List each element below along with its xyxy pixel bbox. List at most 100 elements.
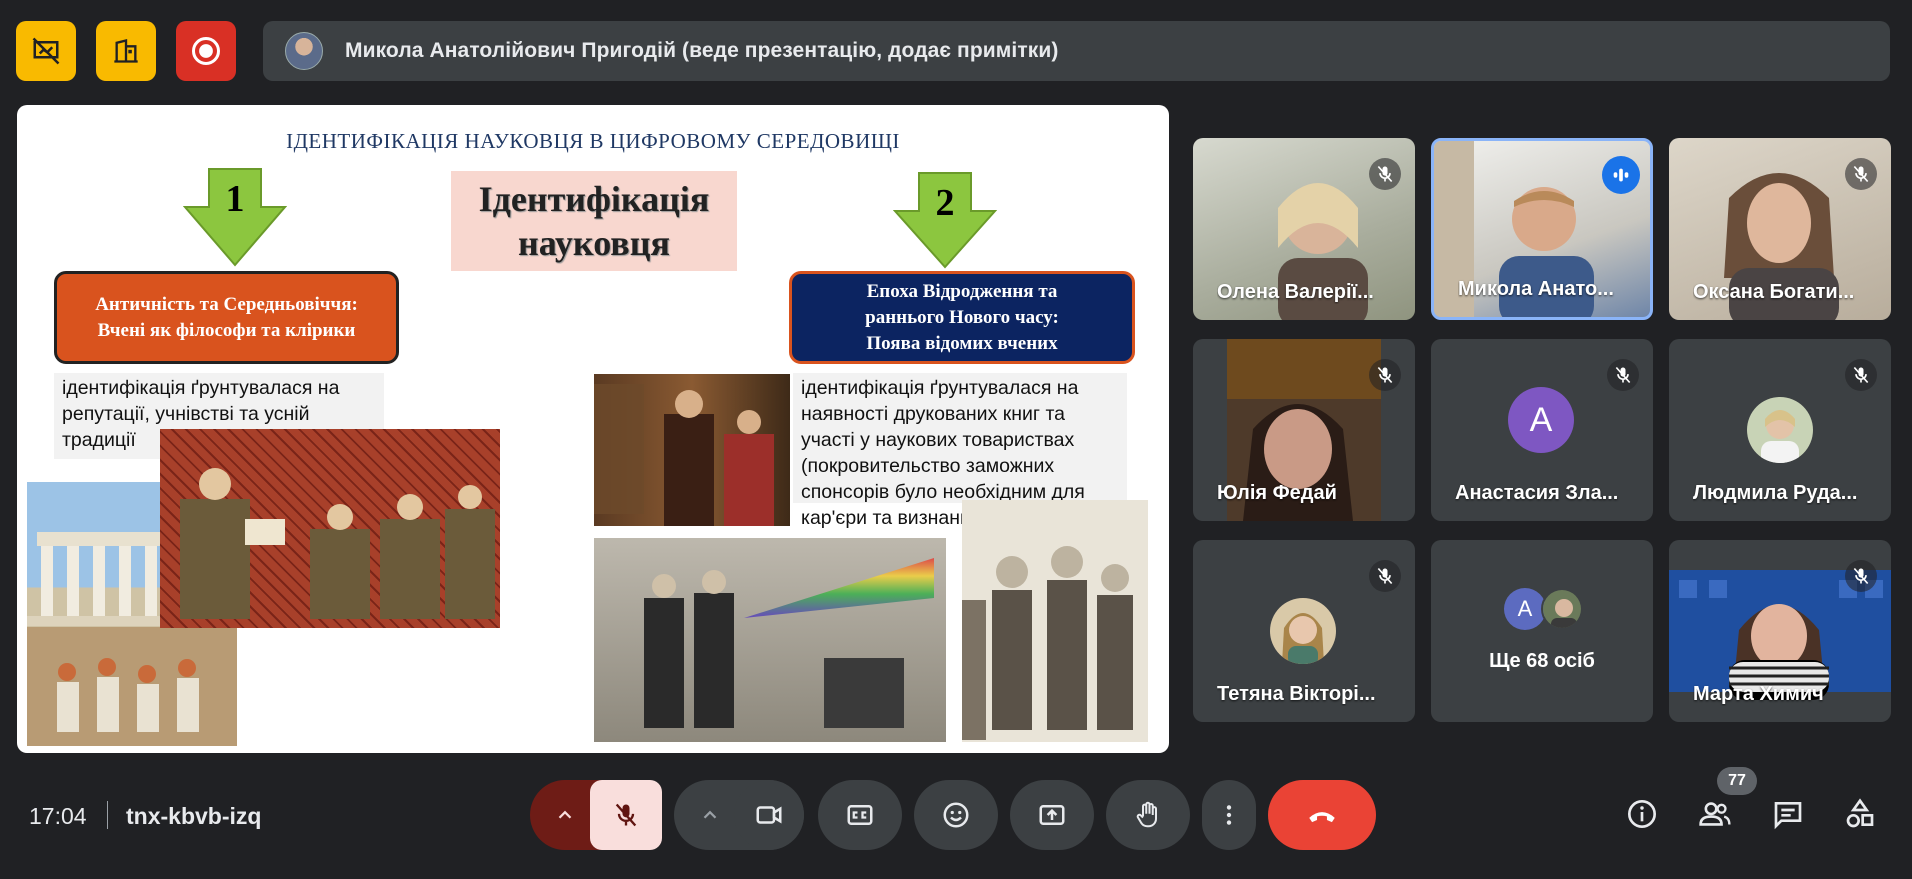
presentation-slide: ІДЕНТИФІКАЦІЯ НАУКОВЦЯ В ЦИФРОВОМУ СЕРЕД… bbox=[17, 105, 1169, 753]
participants-count-badge: 77 bbox=[1717, 767, 1757, 795]
participant-name: Тетяна Вікторі... bbox=[1217, 683, 1376, 705]
building-icon bbox=[114, 39, 138, 63]
activities-button[interactable] bbox=[1838, 792, 1882, 836]
info-icon bbox=[1628, 800, 1656, 828]
scholars-engraving-image bbox=[962, 500, 1148, 742]
more-options-button[interactable] bbox=[1202, 780, 1256, 850]
antiquity-line1: Античність та Середньовіччя: bbox=[95, 293, 358, 315]
mic-toggle-button[interactable] bbox=[590, 780, 662, 850]
participant-tile[interactable]: Тетяна Вікторі... bbox=[1193, 540, 1415, 722]
presentation-off-button[interactable] bbox=[16, 21, 76, 81]
arrow-1-number: 1 bbox=[225, 178, 245, 220]
camera-toggle-button[interactable] bbox=[734, 780, 804, 850]
activities-icon bbox=[1846, 798, 1874, 828]
raise-hand-button[interactable] bbox=[1106, 780, 1190, 850]
more-participants-label: Ще 68 осіб bbox=[1489, 650, 1595, 672]
mic-off-icon bbox=[1615, 366, 1631, 384]
leave-call-button[interactable] bbox=[1268, 780, 1376, 850]
participant-avatar bbox=[1747, 397, 1813, 463]
raise-hand-icon bbox=[1136, 801, 1157, 828]
people-icon bbox=[1699, 802, 1731, 826]
record-icon bbox=[192, 37, 220, 65]
medieval-scholars-image bbox=[160, 429, 500, 628]
meeting-details-button[interactable] bbox=[1620, 792, 1664, 836]
participant-name: Марта Химич bbox=[1693, 683, 1824, 705]
mic-off-icon bbox=[1377, 165, 1393, 183]
presenter-label: Микола Анатолійович Пригодій (веде презе… bbox=[345, 39, 1059, 62]
more-avatar-letter: А bbox=[1504, 588, 1546, 630]
arrow-2-number: 2 bbox=[935, 182, 955, 224]
arrow-1: 1 bbox=[182, 167, 288, 267]
reactions-button[interactable] bbox=[914, 780, 998, 850]
emoji-icon bbox=[943, 802, 969, 828]
renaissance-line3: Поява відомих вчених bbox=[866, 332, 1058, 354]
renaissance-box: Епоха Відродження та раннього Нового час… bbox=[789, 271, 1135, 364]
participant-tile[interactable]: Юлія Федай bbox=[1193, 339, 1415, 521]
chevron-up-icon bbox=[558, 810, 572, 819]
people-button[interactable] bbox=[1693, 792, 1737, 836]
presenter-avatar bbox=[285, 32, 323, 70]
participant-name: Юлія Федай bbox=[1217, 482, 1337, 504]
more-participants-tile[interactable]: А Ще 68 осіб bbox=[1431, 540, 1653, 722]
captions-icon bbox=[847, 805, 873, 825]
building-button[interactable] bbox=[96, 21, 156, 81]
participant-tile[interactable]: Микола Анато... bbox=[1431, 138, 1653, 320]
renaissance-description: ідентифікація ґрунтувалася на наявності … bbox=[793, 373, 1127, 529]
arrow-2: 2 bbox=[892, 171, 998, 269]
participant-tile[interactable]: Олена Валерії... bbox=[1193, 138, 1415, 320]
muted-indicator bbox=[1845, 359, 1877, 391]
top-action-buttons bbox=[16, 21, 236, 81]
chat-icon bbox=[1774, 802, 1802, 830]
renaissance-library-image bbox=[594, 374, 790, 526]
newton-prism-image bbox=[594, 538, 946, 742]
muted-indicator bbox=[1369, 158, 1401, 190]
chevron-up-icon bbox=[703, 810, 717, 819]
speaking-indicator bbox=[1602, 156, 1640, 194]
more-vert-icon bbox=[1226, 805, 1232, 825]
mic-off-icon bbox=[615, 803, 637, 827]
present-button[interactable] bbox=[1010, 780, 1094, 850]
captions-button[interactable] bbox=[818, 780, 902, 850]
renaissance-line2: раннього Нового часу: bbox=[865, 306, 1059, 328]
muted-indicator bbox=[1369, 359, 1401, 391]
presenter-banner: Микола Анатолійович Пригодій (веде презе… bbox=[263, 21, 1890, 81]
hangup-icon bbox=[1309, 812, 1335, 823]
antiquity-box: Античність та Середньовіччя: Вчені як фі… bbox=[54, 271, 399, 364]
mic-off-icon bbox=[1377, 567, 1393, 585]
mic-off-icon bbox=[1853, 366, 1869, 384]
audio-level-icon bbox=[1613, 168, 1629, 182]
central-heading-line1: Ідентифікація bbox=[478, 179, 710, 219]
participant-name: Людмила Руда... bbox=[1693, 482, 1858, 504]
mic-off-icon bbox=[1853, 165, 1869, 183]
camera-icon bbox=[756, 806, 782, 824]
meeting-time: 17:04 bbox=[29, 803, 87, 829]
meeting-code: tnx-kbvb-izq bbox=[126, 803, 262, 829]
participant-avatar bbox=[1270, 598, 1336, 664]
recording-button[interactable] bbox=[176, 21, 236, 81]
central-heading: Ідентифікація науковця bbox=[451, 171, 737, 271]
participant-tile[interactable]: Людмила Руда... bbox=[1669, 339, 1891, 521]
participant-tile[interactable]: Оксана Богати... bbox=[1669, 138, 1891, 320]
more-avatar-photo bbox=[1541, 588, 1583, 630]
muted-indicator bbox=[1845, 158, 1877, 190]
participant-avatar: А bbox=[1508, 387, 1574, 453]
mic-off-icon bbox=[1853, 567, 1869, 585]
muted-indicator bbox=[1369, 560, 1401, 592]
renaissance-line1: Епоха Відродження та bbox=[866, 280, 1058, 302]
participant-name: Анастасия Зла... bbox=[1455, 482, 1619, 504]
muted-indicator bbox=[1607, 359, 1639, 391]
presentation-off-icon bbox=[32, 37, 60, 65]
slide-title: ІДЕНТИФІКАЦІЯ НАУКОВЦЯ В ЦИФРОВОМУ СЕРЕД… bbox=[286, 129, 900, 153]
central-heading-line2: науковця bbox=[518, 223, 670, 263]
participant-tile[interactable]: А Анастасия Зла... bbox=[1431, 339, 1653, 521]
participant-name: Олена Валерії... bbox=[1217, 281, 1374, 303]
muted-indicator bbox=[1845, 560, 1877, 592]
chat-button[interactable] bbox=[1766, 792, 1810, 836]
participant-tile[interactable]: Марта Химич bbox=[1669, 540, 1891, 722]
participant-name: Оксана Богати... bbox=[1693, 281, 1855, 303]
present-icon bbox=[1039, 805, 1065, 825]
antiquity-line2: Вчені як філософи та клірики bbox=[97, 319, 356, 341]
mic-off-icon bbox=[1377, 366, 1393, 384]
divider bbox=[107, 801, 108, 829]
participant-name: Микола Анато... bbox=[1458, 278, 1614, 300]
